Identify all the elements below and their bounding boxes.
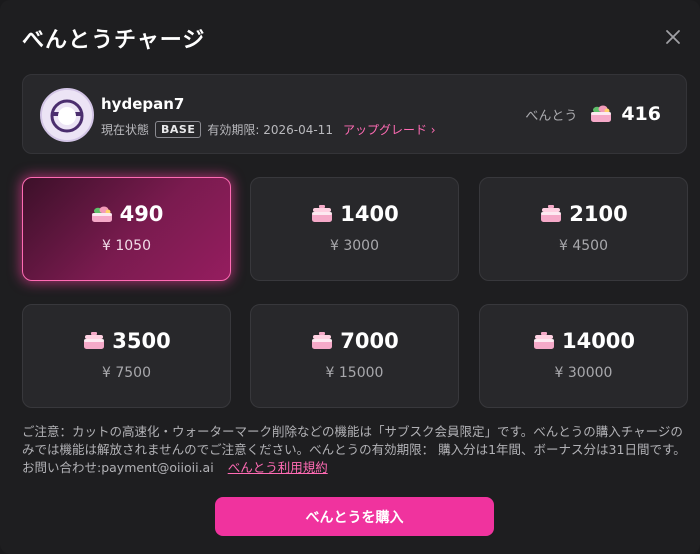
package-amount: 1400 bbox=[340, 202, 399, 226]
avatar bbox=[40, 88, 94, 142]
notice-text: ご注意：カットの高速化・ウォーターマーク削除などの機能は「サブスク会員限定」です… bbox=[22, 423, 687, 477]
package-card[interactable]: 3500 ¥ 7500 bbox=[22, 304, 231, 408]
notice-body: ご注意：カットの高速化・ウォーターマーク削除などの機能は「サブスク会員限定」です… bbox=[22, 424, 686, 475]
expiry-date: 有効期限: 2026-04-11 bbox=[207, 122, 333, 137]
username: hydepan7 bbox=[101, 95, 185, 113]
user-info-card: hydepan7 現在状態 BASE 有効期限: 2026-04-11 アップグ… bbox=[22, 74, 687, 154]
close-button[interactable] bbox=[660, 24, 686, 50]
bento-box-icon bbox=[312, 205, 333, 222]
bento-box-icon bbox=[541, 205, 562, 222]
bento-charge-dialog: べんとうチャージ hydepan7 現在状態 BASE 有効期限: 2026-0… bbox=[0, 0, 700, 554]
package-price: ¥ 7500 bbox=[102, 365, 151, 381]
package-card[interactable]: 14000 ¥ 30000 bbox=[479, 304, 688, 408]
balance-label: べんとう bbox=[525, 108, 578, 124]
package-amount-row: 2100 bbox=[480, 202, 687, 226]
balance-value: 416 bbox=[621, 103, 661, 125]
package-amount: 3500 bbox=[112, 329, 171, 353]
package-amount-row: 1400 bbox=[251, 202, 458, 226]
package-amount: 14000 bbox=[561, 329, 636, 353]
membership-info: 現在状態 BASE 有効期限: 2026-04-11 アップグレード › bbox=[101, 120, 436, 138]
bento-box-icon bbox=[533, 332, 554, 349]
package-amount-row: 490 bbox=[23, 202, 230, 226]
package-amount: 7000 bbox=[340, 329, 399, 353]
terms-link[interactable]: べんとう利用規約 bbox=[228, 460, 328, 475]
plan-badge: BASE bbox=[155, 120, 202, 138]
package-card[interactable]: 2100 ¥ 4500 bbox=[479, 177, 688, 281]
package-card[interactable]: 7000 ¥ 15000 bbox=[250, 304, 459, 408]
package-price: ¥ 1050 bbox=[102, 238, 151, 254]
package-amount: 490 bbox=[119, 202, 164, 226]
package-price: ¥ 30000 bbox=[554, 365, 613, 381]
close-icon bbox=[666, 30, 680, 44]
bento-balance: べんとう 416 bbox=[525, 103, 661, 125]
package-price: ¥ 4500 bbox=[559, 238, 608, 254]
package-card[interactable]: 1400 ¥ 3000 bbox=[250, 177, 459, 281]
package-amount-row: 7000 bbox=[251, 329, 458, 353]
buy-button[interactable]: べんとうを購入 bbox=[215, 497, 494, 536]
bento-box-icon bbox=[591, 105, 612, 122]
upgrade-link[interactable]: アップグレード › bbox=[343, 121, 436, 138]
package-amount-row: 14000 bbox=[480, 329, 687, 353]
bento-box-icon bbox=[91, 206, 112, 222]
avatar-icon bbox=[42, 90, 92, 140]
package-price: ¥ 3000 bbox=[330, 238, 379, 254]
bento-box-icon bbox=[312, 332, 333, 349]
bento-box-icon bbox=[84, 332, 105, 349]
package-amount: 2100 bbox=[569, 202, 628, 226]
status-label: 現在状態 bbox=[101, 122, 150, 137]
package-price: ¥ 15000 bbox=[325, 365, 384, 381]
package-amount-row: 3500 bbox=[23, 329, 230, 353]
package-card[interactable]: 490 ¥ 1050 bbox=[22, 177, 231, 281]
dialog-title: べんとうチャージ bbox=[22, 28, 206, 53]
